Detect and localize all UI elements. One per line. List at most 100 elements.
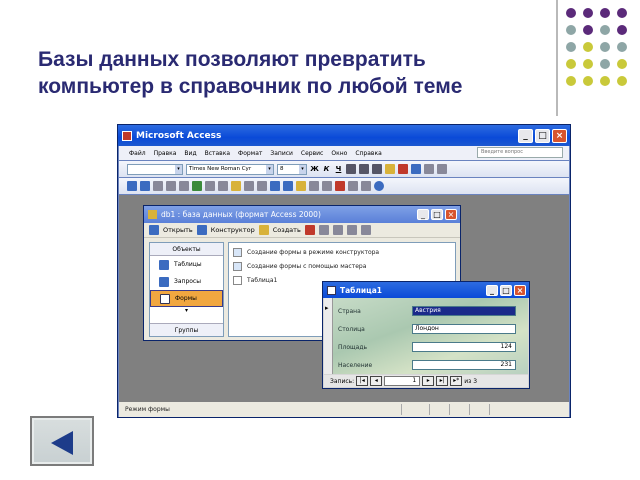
- list-view-icon[interactable]: [346, 225, 357, 235]
- filter-icon[interactable]: [296, 181, 306, 191]
- close-button[interactable]: ×: [552, 128, 567, 143]
- record-selector[interactable]: ▸: [324, 298, 333, 374]
- list-item-label: Таблица1: [247, 276, 278, 284]
- bold-button[interactable]: Ж: [310, 165, 319, 173]
- prev-record-button[interactable]: ◂: [370, 376, 383, 386]
- last-record-button[interactable]: ▸|: [436, 376, 449, 386]
- large-icons-icon[interactable]: [318, 225, 329, 235]
- menu-item-records[interactable]: Записи: [270, 150, 293, 157]
- new-object-icon[interactable]: [361, 181, 371, 191]
- menu-item-window[interactable]: Окно: [331, 150, 347, 157]
- decorative-dot: [600, 59, 610, 69]
- italic-button[interactable]: К: [322, 165, 331, 173]
- decorative-dot: [600, 25, 610, 35]
- db-minimize-button[interactable]: _: [417, 209, 429, 220]
- database-window-icon[interactable]: [348, 181, 358, 191]
- object-tables[interactable]: Таблицы: [150, 256, 223, 273]
- format-painter-icon[interactable]: [244, 181, 254, 191]
- paste-icon[interactable]: [231, 181, 241, 191]
- list-item-label: Создание формы в режиме конструктора: [247, 248, 380, 256]
- menu-item-tools[interactable]: Сервис: [301, 150, 323, 157]
- spelling-icon[interactable]: [192, 181, 202, 191]
- back-button[interactable]: [30, 416, 94, 466]
- apply-filter-icon[interactable]: [309, 181, 319, 191]
- menu-item-file[interactable]: Файл: [129, 150, 146, 157]
- search-icon[interactable]: [153, 181, 163, 191]
- open-button[interactable]: Открыть: [163, 226, 193, 234]
- record-number-input[interactable]: 1: [384, 376, 421, 386]
- object-combo[interactable]: ▾: [127, 163, 183, 175]
- align-left-icon[interactable]: [346, 164, 356, 174]
- field-population[interactable]: 231: [412, 360, 516, 370]
- maximize-button[interactable]: □: [535, 128, 550, 143]
- font-size-combo[interactable]: 8 ▾: [277, 163, 307, 175]
- view-icon[interactable]: [127, 181, 137, 191]
- align-right-icon[interactable]: [372, 164, 382, 174]
- design-button[interactable]: Конструктор: [211, 226, 255, 234]
- object-label: Таблицы: [174, 261, 202, 268]
- objects-panel: Объекты Таблицы Запросы Формы ▾ Группы: [149, 242, 224, 337]
- more-arrow-icon[interactable]: ▾: [150, 307, 223, 314]
- list-item[interactable]: Создание формы с помощью мастера: [233, 260, 451, 272]
- db-title-bar: db1 : база данных (формат Access 2000) _…: [144, 206, 460, 223]
- help-icon[interactable]: [374, 181, 384, 191]
- first-record-button[interactable]: |◂: [356, 376, 369, 386]
- field-label: Площадь: [338, 343, 368, 351]
- object-queries[interactable]: Запросы: [150, 273, 223, 290]
- fill-color-icon[interactable]: [385, 164, 395, 174]
- delete-record-icon[interactable]: [335, 181, 345, 191]
- form-minimize-button[interactable]: _: [486, 284, 498, 296]
- decorative-dot: [600, 8, 610, 18]
- menu-item-view[interactable]: Вид: [184, 150, 196, 157]
- delete-icon[interactable]: [304, 225, 315, 235]
- small-icons-icon[interactable]: [332, 225, 343, 235]
- field-area[interactable]: 124: [412, 342, 516, 352]
- font-name-value: Times New Roman Cyr: [189, 165, 252, 172]
- db-close-button[interactable]: ×: [445, 209, 457, 220]
- next-record-button[interactable]: ▸: [422, 376, 435, 386]
- form-title: Таблица1: [340, 285, 383, 295]
- details-view-icon[interactable]: [360, 225, 371, 235]
- decorative-dot: [583, 76, 593, 86]
- font-name-combo[interactable]: Times New Roman Cyr ▾: [186, 163, 274, 175]
- list-item[interactable]: Создание формы в режиме конструктора: [233, 246, 451, 258]
- create-button[interactable]: Создать: [273, 226, 301, 234]
- wizard-icon: [233, 247, 242, 257]
- copy-icon[interactable]: [218, 181, 228, 191]
- field-country[interactable]: Австрия: [412, 306, 516, 316]
- form-maximize-button[interactable]: □: [500, 284, 512, 296]
- object-forms[interactable]: Формы: [150, 290, 223, 307]
- menu-item-help[interactable]: Справка: [355, 150, 381, 157]
- sort-desc-icon[interactable]: [283, 181, 293, 191]
- new-record-button[interactable]: ▸*: [450, 376, 463, 386]
- line-color-icon[interactable]: [411, 164, 421, 174]
- field-capital[interactable]: Лондон: [412, 324, 516, 334]
- status-divider: [449, 404, 450, 415]
- preview-icon[interactable]: [179, 181, 189, 191]
- menu-item-insert[interactable]: Вставка: [205, 150, 230, 157]
- groups-button[interactable]: Группы: [150, 323, 223, 336]
- sort-icon[interactable]: [270, 181, 280, 191]
- decorative-dot: [617, 76, 627, 86]
- minimize-button[interactable]: _: [518, 128, 533, 143]
- find-icon[interactable]: [322, 181, 332, 191]
- undo-icon[interactable]: [257, 181, 267, 191]
- menu-item-format[interactable]: Формат: [238, 150, 262, 157]
- field-label: Население: [338, 361, 373, 369]
- align-center-icon[interactable]: [359, 164, 369, 174]
- line-width-icon[interactable]: [424, 164, 434, 174]
- db-maximize-button[interactable]: □: [431, 209, 443, 220]
- object-label: Формы: [175, 295, 197, 302]
- slide-title: Базы данных позволяют превратить компьют…: [38, 48, 463, 98]
- cut-icon[interactable]: [205, 181, 215, 191]
- underline-button[interactable]: Ч: [334, 165, 343, 173]
- special-effect-icon[interactable]: [437, 164, 447, 174]
- form-close-button[interactable]: ×: [514, 284, 526, 296]
- decorative-dot: [566, 25, 576, 35]
- menu-item-edit[interactable]: Правка: [154, 150, 177, 157]
- ask-question-input[interactable]: Введите вопрос: [477, 147, 563, 158]
- font-color-icon[interactable]: [398, 164, 408, 174]
- save-icon[interactable]: [140, 181, 150, 191]
- print-icon[interactable]: [166, 181, 176, 191]
- form-item-icon: [233, 275, 242, 285]
